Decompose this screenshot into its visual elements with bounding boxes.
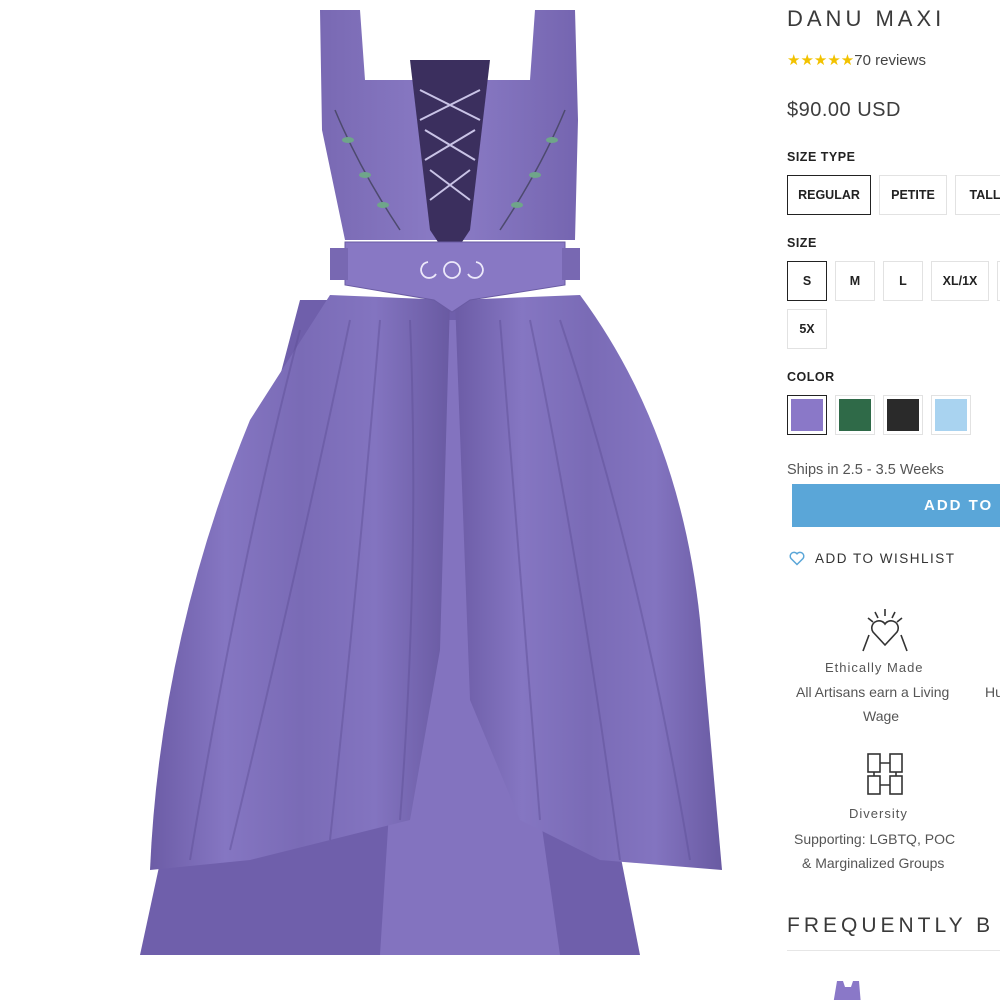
- dress-photo: [140, 10, 722, 955]
- size-type-petite[interactable]: PETITE: [879, 175, 947, 215]
- add-to-cart-button[interactable]: ADD TO C: [792, 484, 1000, 527]
- product-title: DANU MAXI: [787, 6, 946, 31]
- feature-text-line2: Wage: [863, 708, 900, 724]
- price: $90.00 USD: [787, 99, 901, 121]
- heart-hands-icon: [862, 609, 908, 652]
- add-to-wishlist[interactable]: ADD TO WISHLIST: [789, 551, 956, 566]
- feature-title: Ethically Made: [825, 660, 924, 675]
- heart-icon: [789, 551, 805, 566]
- size-s[interactable]: S: [787, 261, 827, 301]
- rating[interactable]: ★★★★★70 reviews: [787, 51, 926, 69]
- feature-text: All Artisans earn a Living: [796, 684, 950, 700]
- shipping-info: Ships in 2.5 - 3.5 Weeks: [787, 462, 944, 478]
- swatch-fill: [839, 399, 871, 431]
- feature-text-clipped: Hu: [985, 684, 1000, 700]
- size-xl-1x[interactable]: XL/1X: [931, 261, 989, 301]
- product-image[interactable]: [0, 0, 770, 1000]
- color-swatch-green[interactable]: [835, 395, 875, 435]
- diversity-hands-icon: [867, 753, 903, 795]
- product-info-panel: DANU MAXI ★★★★★70 reviews $90.00 USD SIZ…: [787, 0, 1000, 1000]
- swatch-fill: [791, 399, 823, 431]
- size-type-label: SIZE TYPE: [787, 150, 856, 164]
- color-label: COLOR: [787, 370, 835, 384]
- color-swatch-black[interactable]: [883, 395, 923, 435]
- size-m[interactable]: M: [835, 261, 875, 301]
- size-type-tall[interactable]: TALL: [955, 175, 1000, 215]
- feature-title: Diversity: [849, 806, 908, 821]
- size-5x[interactable]: 5X: [787, 309, 827, 349]
- feature-text: Supporting: LGBTQ, POC: [794, 831, 956, 847]
- size-l[interactable]: L: [883, 261, 923, 301]
- swatch-fill: [887, 399, 919, 431]
- feature-text-line2: & Marginalized Groups: [802, 855, 945, 871]
- color-swatch-purple[interactable]: [787, 395, 827, 435]
- size-type-regular[interactable]: REGULAR: [787, 175, 871, 215]
- divider: [787, 950, 1000, 951]
- related-product-thumbnail[interactable]: [827, 975, 867, 1000]
- review-count[interactable]: 70 reviews: [854, 52, 926, 69]
- frequently-bought-heading: FREQUENTLY B: [787, 914, 995, 937]
- rating-stars-icon: ★★★★★: [787, 52, 855, 69]
- swatch-fill: [935, 399, 967, 431]
- size-label: SIZE: [787, 236, 817, 250]
- wishlist-label: ADD TO WISHLIST: [815, 551, 956, 566]
- color-swatch-light-blue[interactable]: [931, 395, 971, 435]
